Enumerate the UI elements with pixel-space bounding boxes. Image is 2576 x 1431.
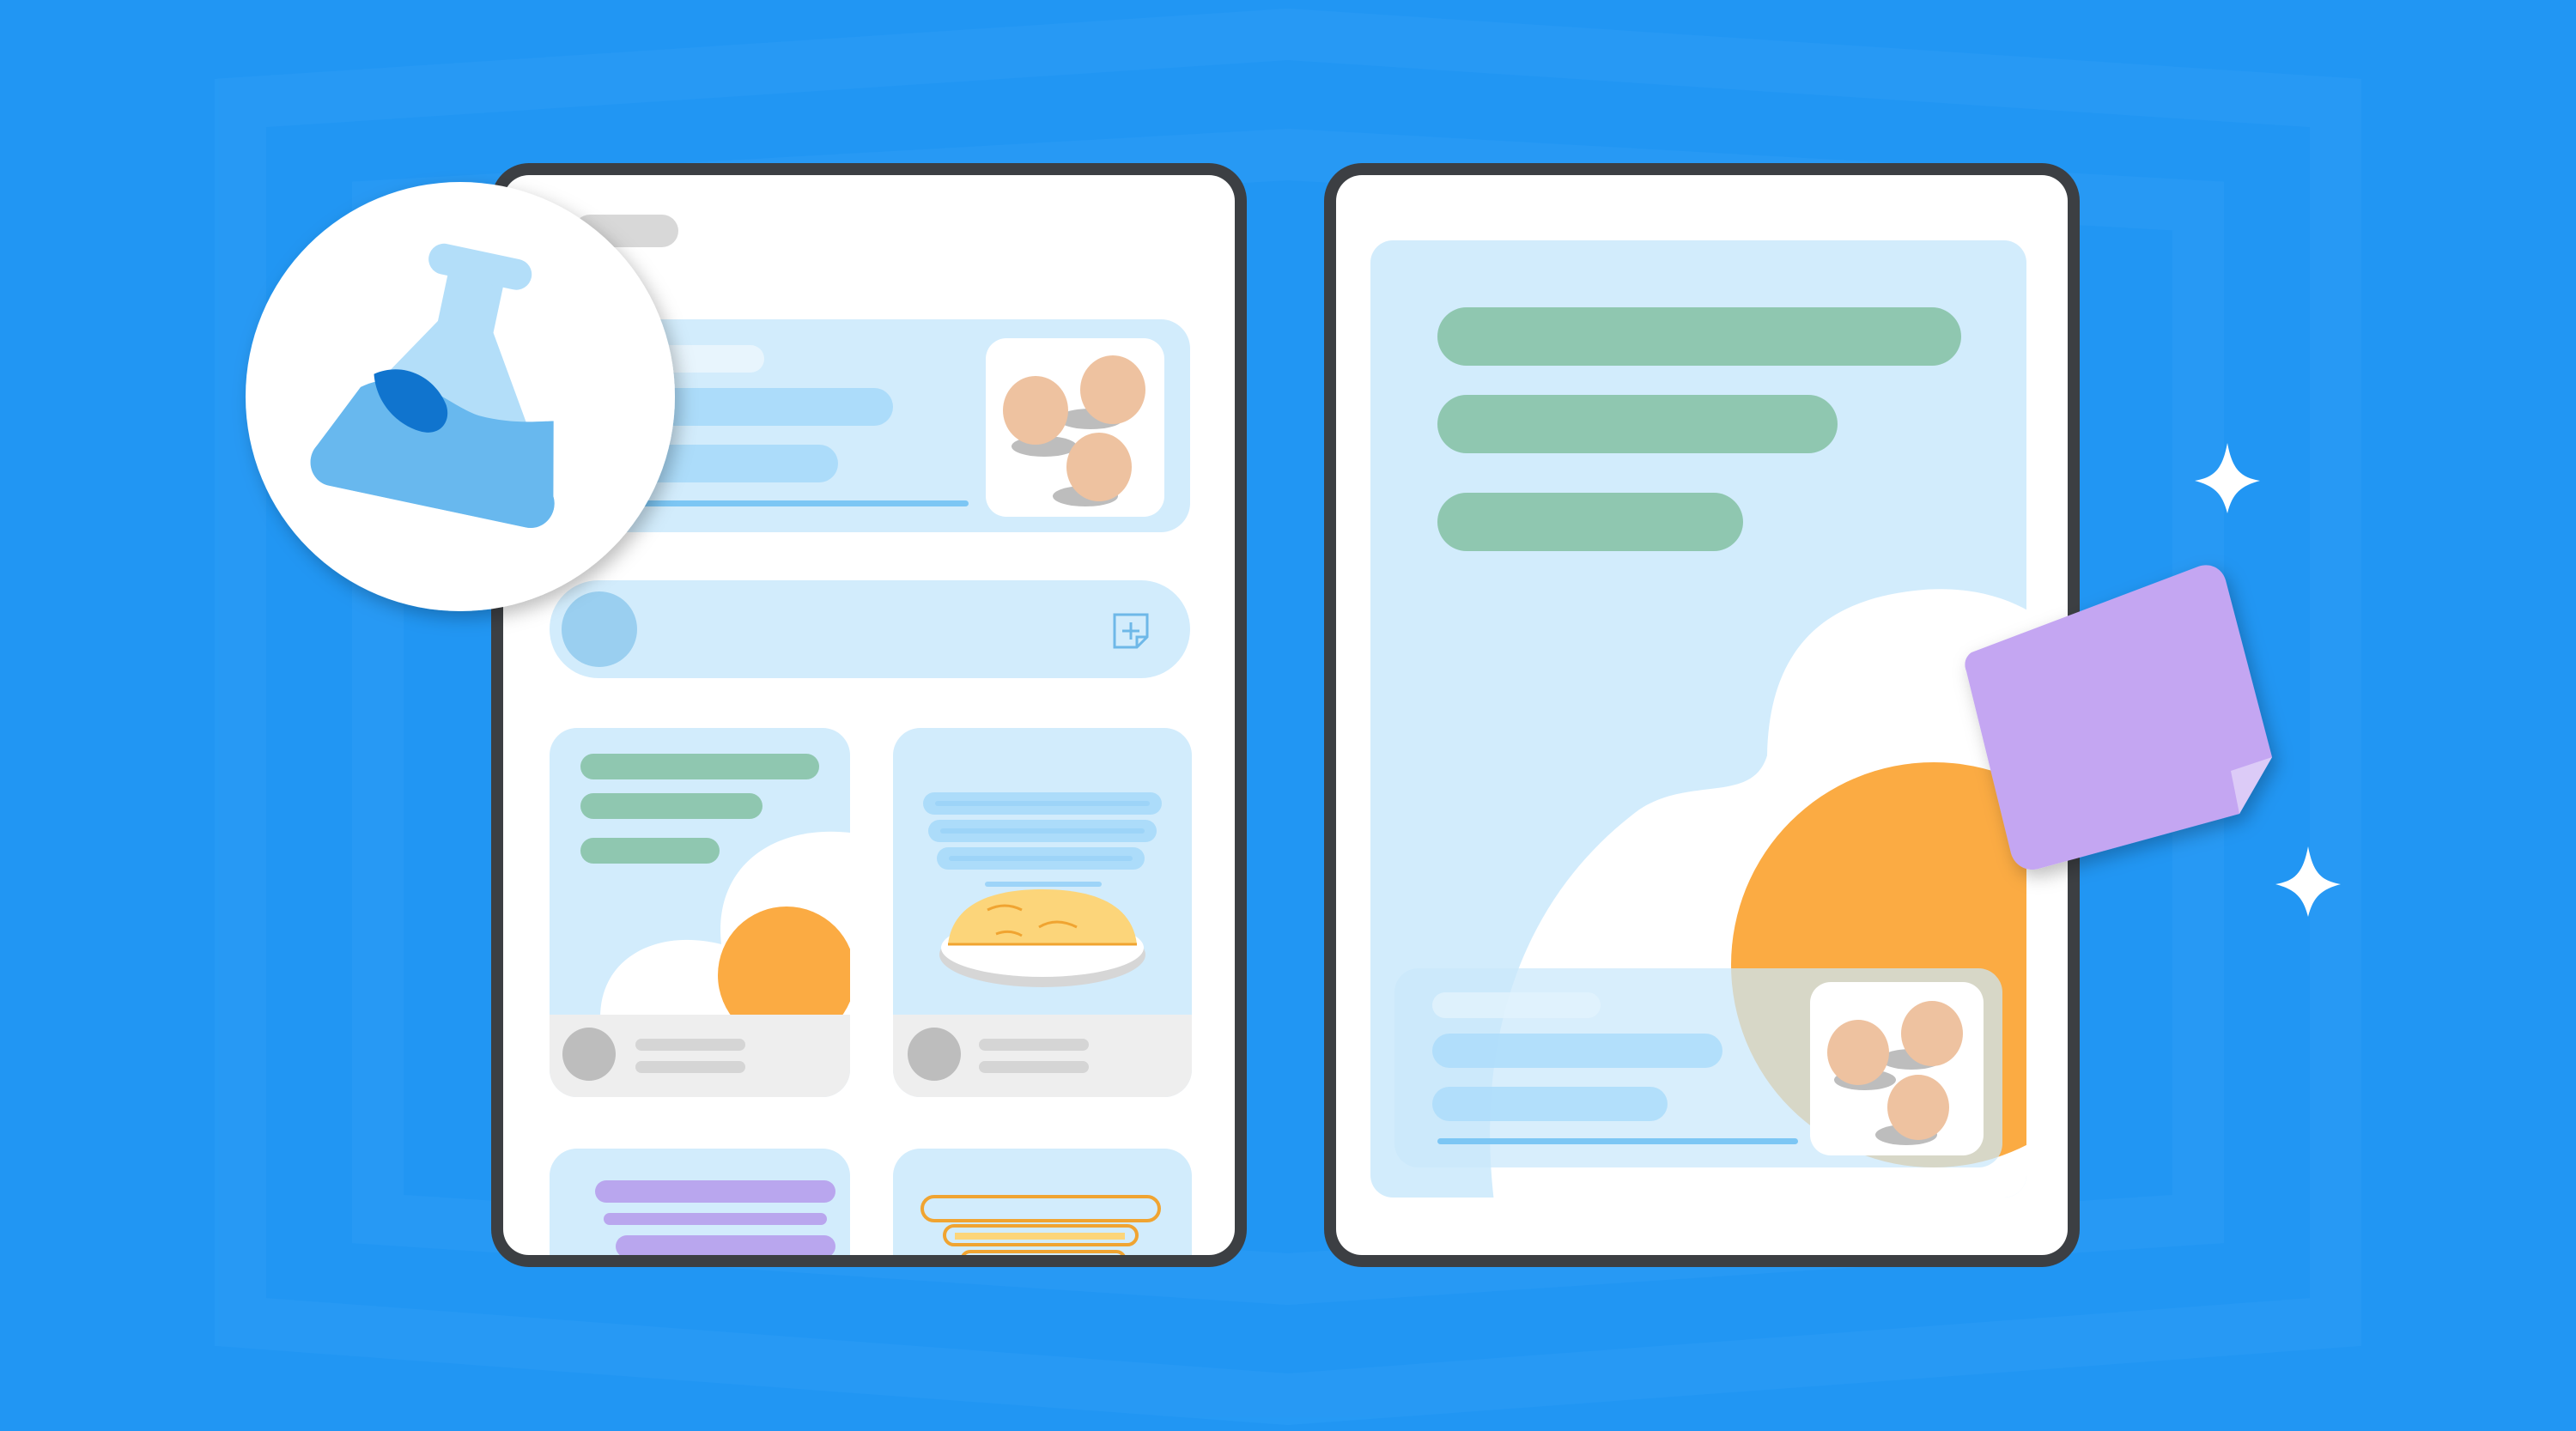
author-meta-line	[979, 1061, 1089, 1073]
avatar	[562, 591, 637, 667]
recipe-title-line	[580, 793, 762, 819]
info-card-title-line	[1432, 1034, 1722, 1068]
featured-card-progress	[635, 500, 969, 506]
hero-title-line	[1437, 395, 1838, 453]
hero-title-line	[1437, 307, 1961, 366]
recipe-title-line	[580, 838, 720, 864]
egg	[1003, 376, 1068, 445]
recipe-card[interactable]	[893, 728, 1192, 1101]
egg	[1901, 1001, 1963, 1066]
composer-bar[interactable]	[550, 580, 1190, 678]
info-card-label-line	[1432, 992, 1601, 1018]
author-avatar	[562, 1028, 616, 1081]
info-card-subtitle-line	[1432, 1087, 1668, 1121]
info-card-progress	[1437, 1138, 1798, 1144]
author-name-line	[979, 1039, 1089, 1051]
recipe-text-lines	[595, 1180, 835, 1255]
author-avatar	[908, 1028, 961, 1081]
egg	[1887, 1075, 1949, 1140]
recipe-card[interactable]	[550, 728, 859, 1101]
hero-title-line	[1437, 493, 1743, 551]
egg	[1827, 1020, 1889, 1085]
egg	[1080, 355, 1145, 424]
author-name-line	[635, 1039, 745, 1051]
hero-info-card[interactable]	[1394, 968, 2002, 1167]
recipe-title-line	[580, 754, 819, 779]
flask-badge	[246, 182, 675, 611]
egg	[1066, 433, 1132, 501]
illustration-canvas	[0, 0, 2576, 1431]
author-meta-line	[635, 1061, 745, 1073]
